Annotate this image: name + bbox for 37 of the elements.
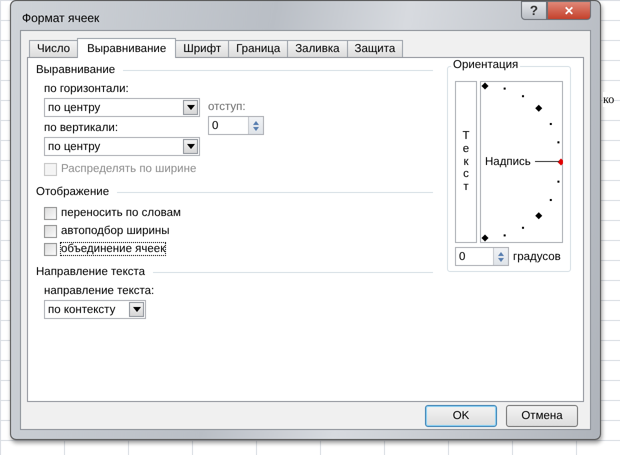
vertical-text-button[interactable]: Текст [455,81,477,243]
dialog-button[interactable]: Отмена [506,404,578,426]
spin-arrows-icon [493,248,508,265]
dropdown[interactable]: по центру [44,98,200,117]
checkbox[interactable] [44,224,57,238]
checkbox-label: Распределять по ширине [61,163,196,175]
field-label: направление текста: [44,284,156,298]
tab[interactable]: Заливка [287,40,348,57]
field-label: по горизонтали: [44,82,130,96]
group-title: Направление текста [36,266,146,278]
close-button[interactable]: ✕ [547,1,591,20]
dropdown[interactable]: по центру [44,137,200,156]
checkbox-label: переносить по словам [61,207,181,219]
orientation-dial[interactable]: Надпись [480,81,563,243]
dropdown[interactable]: по контексту [44,300,146,319]
dial-label: Надпись [485,156,531,168]
field-label: градусов [513,250,561,262]
tab[interactable]: Шрифт [175,40,230,57]
field-label: по вертикали: [44,121,120,135]
tab[interactable]: Выравнивание [77,38,176,58]
group-title: Выравнивание [36,64,116,76]
spin-field[interactable]: 0 [455,247,509,266]
field-label: отступ: [208,100,247,114]
window-title: Формат ячеек [21,10,100,24]
checkbox-label: объединение ячеек [61,243,166,255]
checkbox[interactable] [44,242,57,256]
spin-arrows-icon [248,117,263,134]
checkbox[interactable] [44,206,57,220]
tab[interactable]: Граница [228,40,288,57]
group-title: Отображение [36,186,110,198]
tab[interactable]: Защита [346,40,404,57]
spin-field[interactable]: 0 [208,116,264,135]
group-title: Ориентация [451,59,520,71]
help-button[interactable]: ? [521,1,547,20]
dialog-button[interactable]: OK [425,404,497,426]
checkbox-label: автоподбор ширины [61,225,170,237]
tab[interactable]: Число [29,40,78,57]
